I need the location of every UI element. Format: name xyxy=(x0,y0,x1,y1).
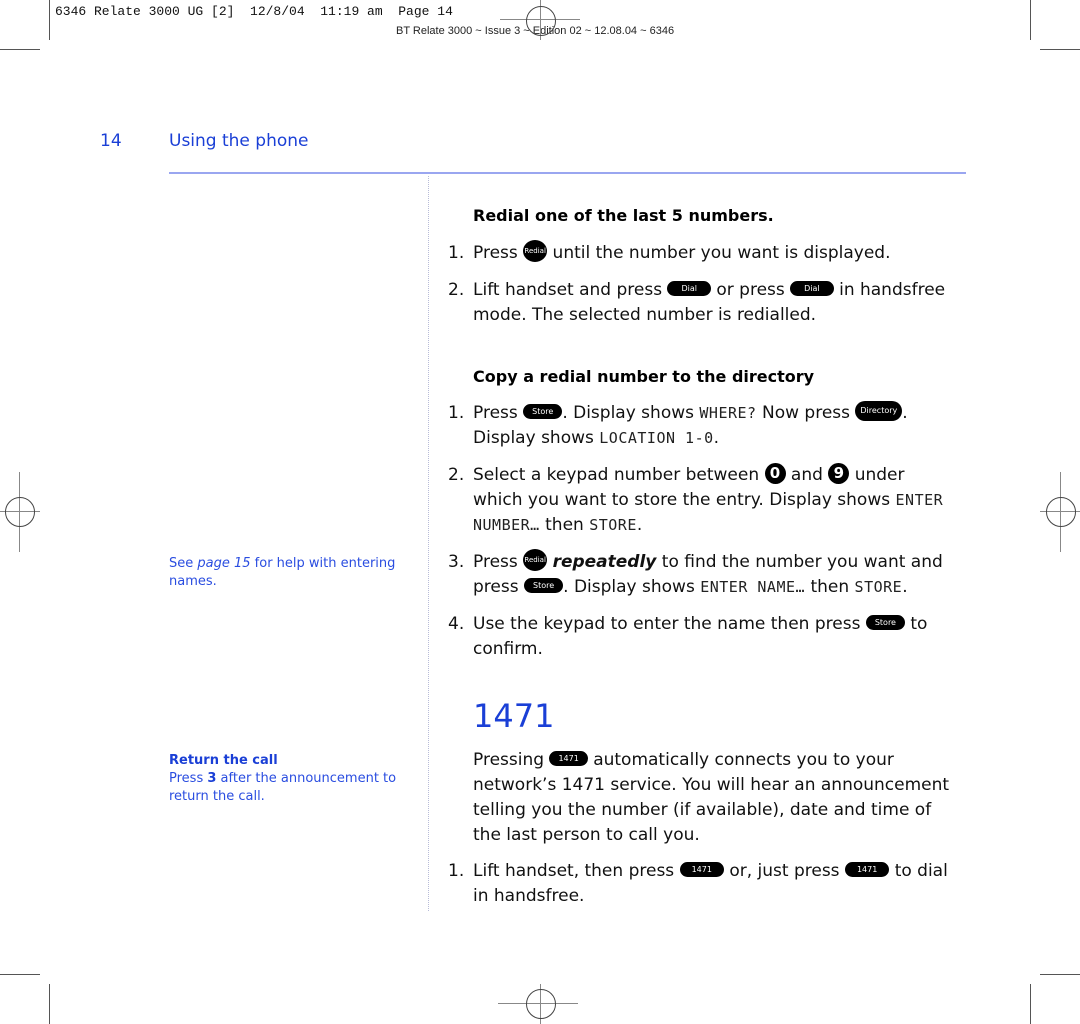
registration-mark-icon xyxy=(1046,497,1076,527)
registration-mark-icon xyxy=(5,497,35,527)
step-1471-1: 1. Lift handset, then press 1471 or, jus… xyxy=(448,861,948,906)
step-copy-3: 3. Press Redial repeatedly to find the n… xyxy=(448,549,958,600)
keypad-0-icon: 0 xyxy=(764,462,786,484)
dial-key-icon: Dial xyxy=(667,280,711,296)
store-key-icon: Store xyxy=(865,614,905,630)
redial-key-icon: Redial xyxy=(523,240,548,262)
crop-mark xyxy=(1030,984,1031,1024)
column-divider xyxy=(428,176,429,911)
heading-1471: 1471 xyxy=(473,697,555,735)
keypad-9-icon: 9 xyxy=(828,462,850,484)
print-slug: 6346 Relate 3000 UG [2] 12/8/04 11:19 am… xyxy=(55,4,453,19)
page-number: 14 xyxy=(100,131,122,151)
step-copy-4: 4. Use the keypad to enter the name then… xyxy=(448,614,928,659)
key-1471-icon: 1471 xyxy=(679,861,724,877)
note-title: Return the call xyxy=(169,753,278,768)
crop-mark xyxy=(1030,0,1031,40)
crop-mark xyxy=(0,49,40,50)
lcd-text: WHERE? xyxy=(699,404,757,422)
step-redial-1: 1. Press Redial until the number you wan… xyxy=(448,240,958,266)
registration-mark-icon xyxy=(526,989,556,1019)
registration-mark-icon xyxy=(526,6,556,36)
key-1471-icon: 1471 xyxy=(844,861,890,877)
header-rule xyxy=(169,172,966,174)
step-redial-2: 2. Lift handset and press Dial or press … xyxy=(448,280,946,325)
crop-mark xyxy=(0,974,40,975)
lcd-text: STORE xyxy=(854,578,903,596)
step-copy-1: 1. Press Store. Display shows WHERE? Now… xyxy=(448,401,908,448)
directory-key-icon: Directory xyxy=(855,401,903,421)
page-reference-link[interactable]: page 15 xyxy=(197,556,250,571)
lcd-text: LOCATION 1-0 xyxy=(599,429,714,447)
lcd-text: ENTER NAME… xyxy=(700,578,806,596)
heading-copy-redial: Copy a redial number to the directory xyxy=(473,367,815,386)
sidebar-note-names: See page 15 for help with entering names… xyxy=(169,556,396,589)
redial-key-icon: Redial xyxy=(523,549,548,571)
store-key-icon: Store xyxy=(523,403,563,419)
sidebar-note-return-call: Return the call Press 3 after the announ… xyxy=(169,753,397,804)
section-title: Using the phone xyxy=(169,131,309,151)
lcd-text: STORE xyxy=(589,516,637,534)
key-1471-icon: 1471 xyxy=(549,750,588,766)
paragraph-1471-intro: Pressing 1471 automatically connects you… xyxy=(473,750,950,845)
heading-redial: Redial one of the last 5 numbers. xyxy=(473,206,774,225)
crop-mark xyxy=(1040,49,1080,50)
dial-key-icon: Dial xyxy=(790,280,834,296)
crop-mark xyxy=(49,984,50,1024)
step-copy-2: 2. Select a keypad number between 0 and … xyxy=(448,462,944,535)
store-key-icon: Store xyxy=(523,577,564,593)
crop-mark xyxy=(49,0,50,40)
crop-mark xyxy=(1040,974,1080,975)
